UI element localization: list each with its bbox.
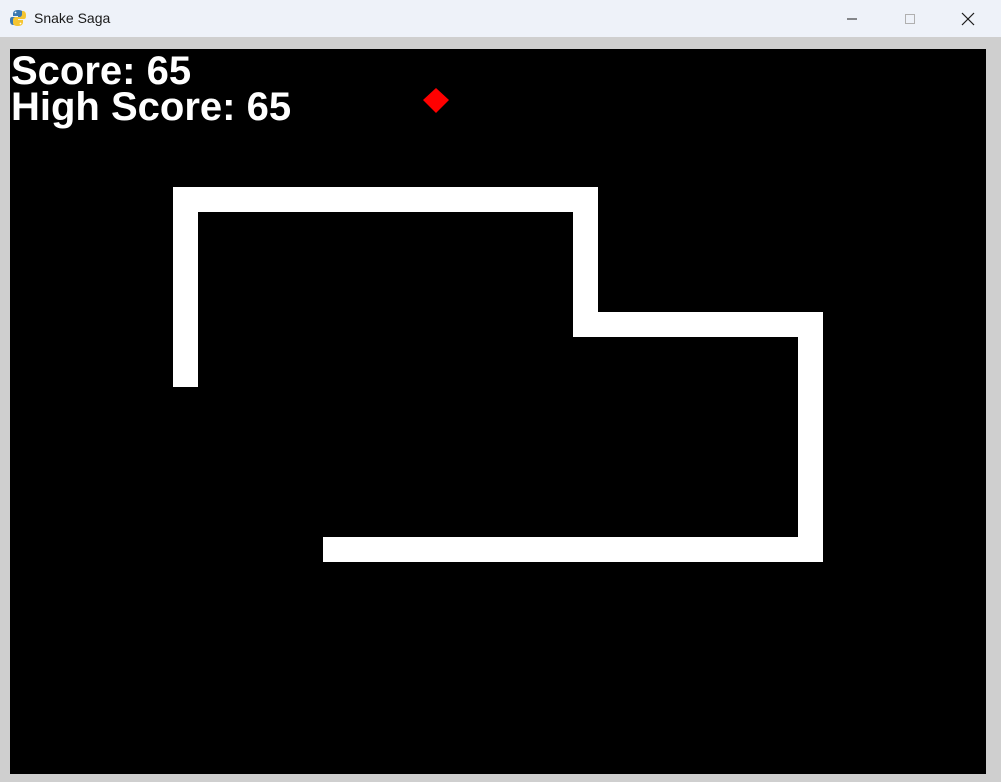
game-canvas[interactable]: Score: 65 High Score: 65 [10,49,986,774]
snake-segment [573,312,823,337]
minimize-button[interactable] [823,0,881,37]
window-title: Snake Saga [34,10,111,26]
app-icon [9,9,27,27]
maximize-button[interactable] [881,0,939,37]
title-bar[interactable]: Snake Saga [0,0,1001,37]
snake-segment [173,187,198,387]
close-icon [961,12,975,25]
snake-segment [798,312,823,562]
high-score-display: High Score: 65 [11,87,291,127]
high-score-label: High Score: [11,85,236,129]
food-diamond [423,88,449,113]
snake-segment [173,187,598,212]
snake [173,187,823,562]
snake-segment [323,537,823,562]
high-score-value: 65 [246,85,292,129]
maximize-icon [905,13,915,24]
minimize-icon [847,18,857,19]
game-window: Snake Saga Score: 65 High Score: 65 [0,0,1001,782]
close-button[interactable] [939,0,997,37]
playfield [173,88,823,562]
